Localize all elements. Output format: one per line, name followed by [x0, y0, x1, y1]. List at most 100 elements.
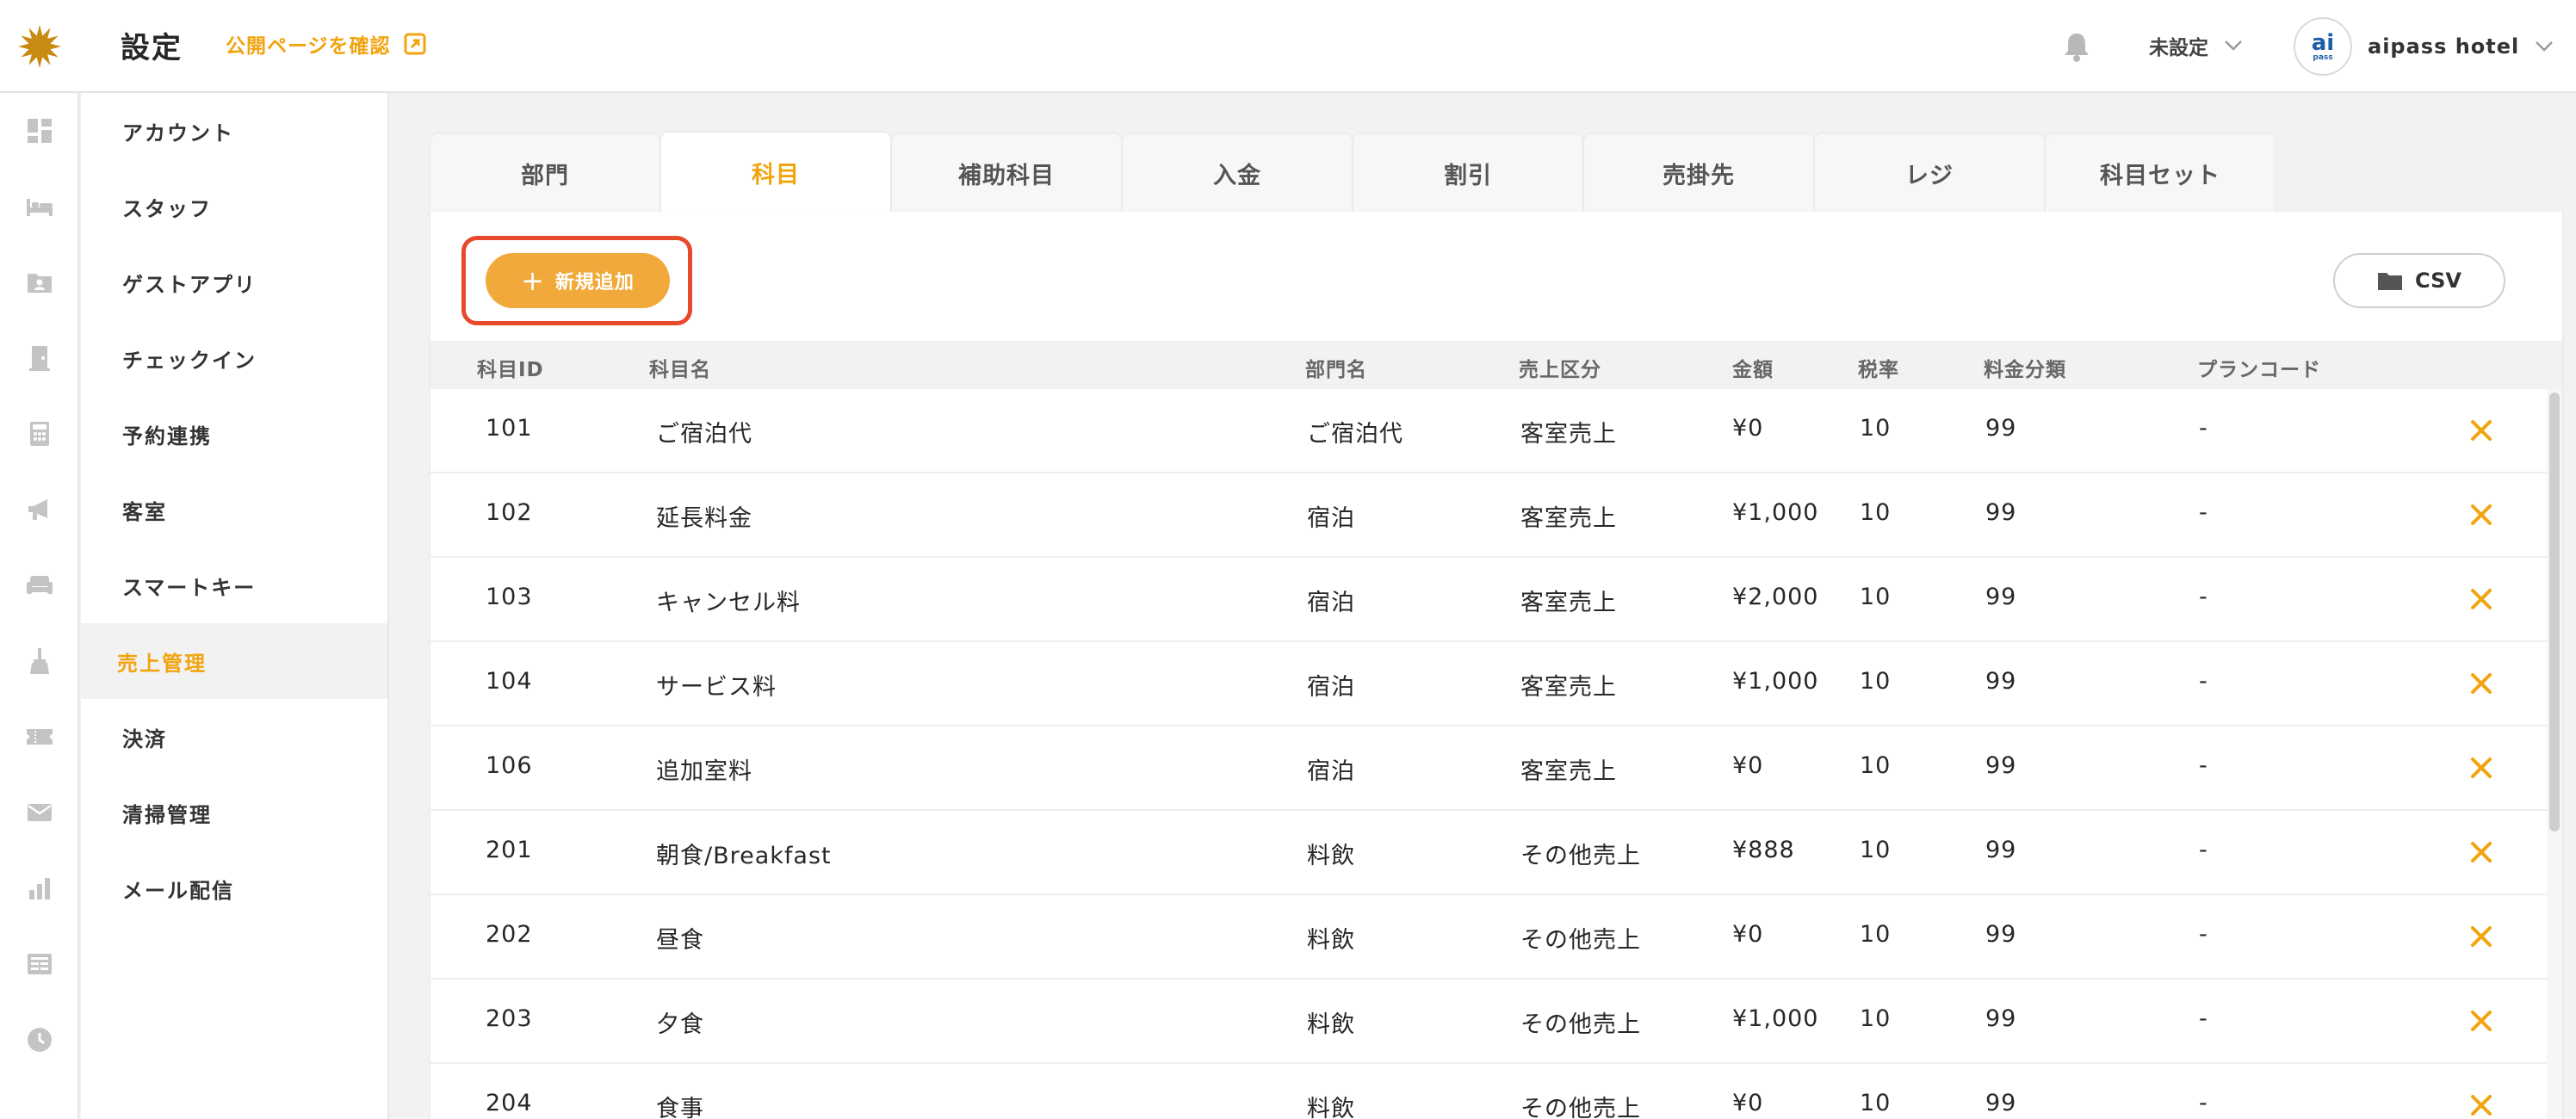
table-cell: 203: [486, 1005, 533, 1032]
add-new-button[interactable]: + 新規追加: [486, 253, 670, 308]
delete-icon[interactable]: [2462, 833, 2500, 871]
table-cell: 昼食: [656, 927, 704, 954]
table-row[interactable]: 201 朝食/Breakfast 料飲 その他売上 ¥888 10 99 -: [430, 811, 2562, 895]
tab-department[interactable]: 部門: [430, 134, 659, 212]
sidebar-item-label: 客室: [122, 499, 167, 524]
app-logo[interactable]: [0, 0, 79, 93]
bed-icon[interactable]: [24, 191, 55, 222]
tab-sub-subject[interactable]: 補助科目: [892, 134, 1121, 212]
sidebar-item-label: 清掃管理: [122, 802, 212, 827]
table-cell: 202: [486, 921, 533, 948]
delete-icon[interactable]: [2462, 749, 2500, 787]
clock-icon[interactable]: [24, 1024, 55, 1055]
scrollbar-thumb[interactable]: [2549, 393, 2560, 832]
table-cell: -: [2199, 921, 2208, 948]
delete-icon[interactable]: [2462, 918, 2500, 955]
sidebar-item-label: ゲストアプリ: [122, 272, 257, 297]
sidebar-item-sales-management[interactable]: 売上管理: [81, 623, 387, 699]
news-icon[interactable]: [24, 949, 55, 980]
avatar-subtext: pass: [2313, 53, 2333, 62]
delete-icon[interactable]: [2462, 496, 2500, 534]
language-label: 未設定: [2149, 37, 2208, 59]
public-page-link[interactable]: 公開ページを確認: [226, 29, 427, 59]
table-row[interactable]: 103 キャンセル料 宿泊 客室売上 ¥2,000 10 99 -: [430, 558, 2562, 642]
external-link-icon: [404, 33, 426, 55]
table-cell: 10: [1860, 415, 1892, 442]
folder-person-icon[interactable]: [24, 267, 55, 298]
table-cell: 料飲: [1307, 843, 1355, 869]
table-cell: 料飲: [1307, 1011, 1355, 1038]
tab-receivable[interactable]: 売掛先: [1584, 134, 1813, 212]
delete-icon[interactable]: [2462, 580, 2500, 618]
bell-icon[interactable]: [2059, 29, 2094, 64]
table-cell: その他売上: [1520, 843, 1641, 869]
dashboard-icon[interactable]: [24, 115, 55, 146]
sidebar-item-smart-key[interactable]: スマートキー: [81, 547, 387, 623]
tab-subject-set[interactable]: 科目セット: [2046, 134, 2275, 212]
table-cell: 10: [1860, 752, 1892, 779]
sidebar-item-account[interactable]: アカウント: [81, 93, 387, 169]
table-cell: 99: [1985, 921, 2017, 948]
sidebar-item-label: 決済: [122, 726, 167, 751]
delete-icon[interactable]: [2462, 665, 2500, 702]
table-cell: キャンセル料: [656, 590, 801, 616]
megaphone-icon[interactable]: [24, 494, 55, 525]
table-cell: 追加室料: [656, 758, 752, 785]
table-row[interactable]: 204 食事 料飲 その他売上 ¥0 10 99 -: [430, 1064, 2562, 1119]
table-row[interactable]: 104 サービス料 宿泊 客室売上 ¥1,000 10 99 -: [430, 642, 2562, 726]
chevron-down-icon: [2536, 41, 2554, 52]
table-cell: 10: [1860, 837, 1892, 863]
broom-icon[interactable]: [24, 646, 55, 677]
mail-icon[interactable]: [24, 797, 55, 828]
tab-subject[interactable]: 科目: [661, 133, 890, 212]
table-cell: 宿泊: [1307, 758, 1355, 785]
door-icon[interactable]: [24, 343, 55, 374]
table-cell: 106: [486, 752, 533, 779]
table-cell: -: [2199, 668, 2208, 695]
sofa-icon[interactable]: [24, 570, 55, 601]
sidebar-item-staff[interactable]: スタッフ: [81, 169, 387, 244]
tab-deposit[interactable]: 入金: [1123, 134, 1352, 212]
csv-button[interactable]: CSV: [2333, 253, 2505, 308]
table-row[interactable]: 106 追加室料 宿泊 客室売上 ¥0 10 99 -: [430, 726, 2562, 811]
table-row[interactable]: 102 延長料金 宿泊 客室売上 ¥1,000 10 99 -: [430, 473, 2562, 558]
column-header: プランコード: [2197, 359, 2321, 381]
account-name: aipass hotel: [2368, 34, 2520, 59]
table-cell: 朝食/Breakfast: [656, 843, 832, 869]
table-cell: 99: [1985, 584, 2017, 610]
table-row[interactable]: 101 ご宿泊代 ご宿泊代 客室売上 ¥0 10 99 -: [430, 389, 2562, 473]
table-row[interactable]: 202 昼食 料飲 その他売上 ¥0 10 99 -: [430, 895, 2562, 980]
table-cell: -: [2199, 584, 2208, 610]
sidebar-item-mail-delivery[interactable]: メール配信: [81, 850, 387, 926]
column-header: 料金分類: [1984, 359, 2066, 381]
tab-label: レジ: [1905, 162, 1954, 189]
tab-register[interactable]: レジ: [1815, 134, 2044, 212]
language-select[interactable]: 未設定: [2149, 31, 2243, 60]
delete-icon[interactable]: [2462, 1086, 2500, 1119]
table-cell: ¥0: [1732, 415, 1764, 442]
sidebar-item-payment[interactable]: 決済: [81, 699, 387, 775]
sidebar-item-cleaning[interactable]: 清掃管理: [81, 775, 387, 850]
sidebar-item-rooms[interactable]: 客室: [81, 472, 387, 547]
column-header: 金額: [1732, 359, 1774, 381]
table-cell: 10: [1860, 1090, 1892, 1116]
sidebar-item-checkin[interactable]: チェックイン: [81, 320, 387, 396]
table-cell: 101: [486, 415, 533, 442]
table-cell: 宿泊: [1307, 674, 1355, 701]
account-menu[interactable]: ai pass aipass hotel: [2294, 17, 2554, 76]
bar-chart-icon[interactable]: [24, 873, 55, 904]
table-row[interactable]: 203 夕食 料飲 その他売上 ¥1,000 10 99 -: [430, 980, 2562, 1064]
table-cell: 10: [1860, 1005, 1892, 1032]
tab-label: 部門: [521, 162, 569, 189]
delete-icon[interactable]: [2462, 1002, 2500, 1040]
ticket-icon[interactable]: [24, 721, 55, 752]
sidebar-item-guest-app[interactable]: ゲストアプリ: [81, 244, 387, 320]
table-body: 101 ご宿泊代 ご宿泊代 客室売上 ¥0 10 99-102 延長料金 宿泊 客室売上 ¥1,00…: [430, 389, 2562, 1119]
sidebar-item-reservation-link[interactable]: 予約連携: [81, 396, 387, 472]
tab-discount[interactable]: 割引: [1353, 134, 1582, 212]
table-cell: ご宿泊代: [656, 421, 752, 448]
table-cell: -: [2199, 837, 2208, 863]
calculator-icon[interactable]: [24, 418, 55, 449]
delete-icon[interactable]: [2462, 411, 2500, 449]
tab-label: 売掛先: [1663, 162, 1735, 189]
